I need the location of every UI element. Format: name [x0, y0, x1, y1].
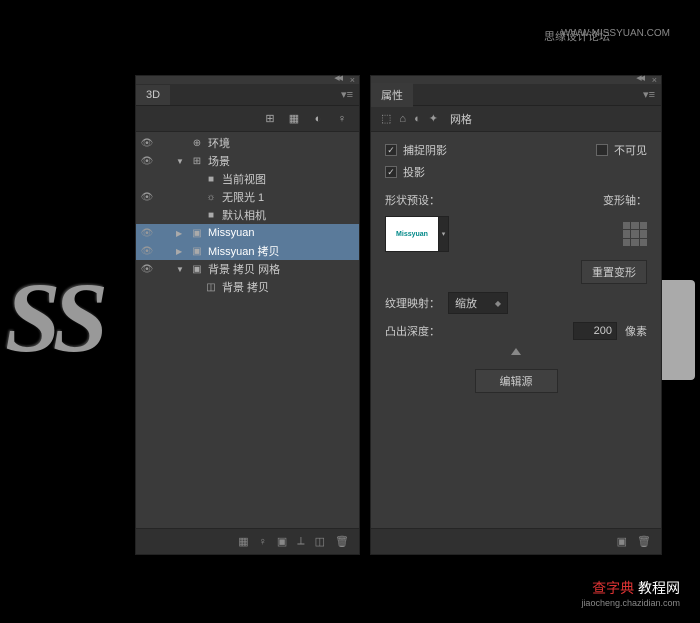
slider-thumb-icon[interactable]: [511, 348, 521, 355]
mesh-icon: ▣: [190, 246, 204, 257]
visibility-eye-icon[interactable]: 👁: [140, 264, 154, 275]
reset-deform-button[interactable]: 重置变形: [581, 260, 647, 284]
light-icon: ☼: [204, 192, 218, 203]
expand-arrow-icon[interactable]: ▶: [176, 229, 186, 238]
panel-3d: × 3D ▾≡ ⊞ ▦ ◐ ♀ 👁 ⊕ 环境 👁 ▼ ⊞ 场景 👁 ■ 当前视图 👁 ☼ 无限光 1 👁 ■…: [135, 75, 360, 555]
camera-icon: ■: [204, 174, 218, 185]
checkbox-cast-shadow[interactable]: ✓: [385, 166, 397, 178]
properties-mode-row: ⬚ ⌂ ◐ ✦ 网格: [371, 106, 661, 132]
material-icon: ◫: [204, 282, 218, 293]
shape-preset-thumbnail[interactable]: Missyuan: [385, 216, 439, 252]
tree-node-label: 无限光 1: [222, 189, 264, 205]
tab-3d[interactable]: 3D: [136, 85, 170, 105]
label-texture-map: 纹理映射：: [385, 295, 440, 311]
globe-icon: ⊕: [190, 138, 204, 149]
panel-menu-icon[interactable]: ▾≡: [643, 88, 655, 101]
mesh-icon: ▣: [190, 264, 204, 275]
texture-map-select[interactable]: 缩放◆: [448, 292, 508, 314]
checkbox-catch-shadow[interactable]: ✓: [385, 144, 397, 156]
label-deform-axis: 变形轴：: [603, 192, 647, 208]
expand-arrow-icon[interactable]: ▶: [176, 247, 186, 256]
filter-mesh-icon[interactable]: ▦: [287, 112, 301, 126]
checkbox-invisible[interactable]: [596, 144, 608, 156]
edit-source-button[interactable]: 编辑源: [475, 369, 558, 393]
label-cast-shadow: 投影: [403, 164, 425, 180]
mode-mesh-icon[interactable]: ⬚: [381, 112, 391, 125]
properties-body: ✓ 捕捉阴影 不可见 ✓ 投影 形状预设： 变形轴： Missyuan ▾: [371, 132, 661, 411]
panel-tabs: 属性 ▾≡: [371, 84, 661, 106]
footer-render-icon[interactable]: ▣: [277, 535, 287, 548]
extrude-unit: 像素: [625, 323, 647, 339]
tree-node-label: Missyuan 拷贝: [208, 243, 280, 259]
scene-tree: 👁⊕环境👁▼⊞场景👁■当前视图👁☼无限光 1👁■默认相机👁▶▣Missyuan👁…: [136, 132, 359, 298]
tree-row[interactable]: 👁■当前视图: [136, 170, 359, 188]
visibility-eye-icon[interactable]: 👁: [140, 228, 154, 239]
expand-arrow-icon[interactable]: ▼: [176, 157, 186, 166]
visibility-eye-icon[interactable]: 👁: [140, 156, 154, 167]
label-shape-preset: 形状预设：: [385, 192, 440, 208]
panel-3d-footer: ▦ ♀ ▣ ⟂ ◫ 🗑: [136, 528, 359, 554]
tree-node-label: 当前视图: [222, 171, 266, 187]
tree-node-label: 默认相机: [222, 207, 266, 223]
visibility-eye-icon[interactable]: 👁: [140, 246, 154, 257]
panel-properties: × 属性 ▾≡ ⬚ ⌂ ◐ ✦ 网格 ✓ 捕捉阴影 不可见 ✓ 投影 形状预设：: [370, 75, 662, 555]
panel-props-footer: ▣ 🗑: [371, 528, 661, 554]
tree-row[interactable]: 👁◫背景 拷贝: [136, 278, 359, 296]
label-catch-shadow: 捕捉阴影: [403, 142, 447, 158]
extrude-slider[interactable]: [385, 348, 647, 355]
filter-row: ⊞ ▦ ◐ ♀: [136, 106, 359, 132]
tab-properties[interactable]: 属性: [371, 83, 413, 107]
filter-light-icon[interactable]: ♀: [335, 112, 349, 126]
tree-row[interactable]: 👁■默认相机: [136, 206, 359, 224]
mode-cap-icon[interactable]: ◐: [414, 113, 421, 125]
footer-trash-icon[interactable]: 🗑: [637, 535, 651, 548]
watermark-bottom: 查字典 教程网 jiaocheng.chazidian.com: [581, 578, 680, 608]
extrude-depth-input[interactable]: 200: [573, 322, 617, 340]
tree-node-label: 场景: [208, 153, 230, 169]
panel-drag-bar[interactable]: ×: [136, 76, 359, 84]
expand-arrow-icon[interactable]: ▼: [176, 265, 186, 274]
tree-row[interactable]: 👁 ▶ ▣ Missyuan: [136, 224, 359, 242]
tree-node-label: 背景 拷贝 网格: [208, 261, 280, 277]
footer-render-icon[interactable]: ▣: [617, 535, 627, 548]
shape-preset-dropdown-icon[interactable]: ▾: [439, 216, 449, 252]
filter-material-icon[interactable]: ◐: [311, 112, 325, 126]
panel-tabs: 3D ▾≡: [136, 84, 359, 106]
mode-label: 网格: [450, 111, 472, 127]
mode-coord-icon[interactable]: ✦: [429, 112, 438, 125]
footer-light-icon[interactable]: ♀: [259, 536, 267, 548]
visibility-eye-icon[interactable]: 👁: [140, 138, 154, 149]
tree-row[interactable]: 👁 ☼ 无限光 1: [136, 188, 359, 206]
background-3d-text: SS: [5, 260, 100, 375]
scene-icon: ⊞: [190, 156, 204, 167]
filter-scene-icon[interactable]: ⊞: [263, 112, 277, 126]
tree-row[interactable]: 👁 ⊕ 环境: [136, 134, 359, 152]
footer-trash-icon[interactable]: 🗑: [335, 535, 349, 548]
footer-mesh-icon[interactable]: ▦: [238, 535, 248, 548]
mesh-icon: ▣: [190, 228, 204, 239]
visibility-eye-icon[interactable]: 👁: [140, 192, 154, 203]
mode-deform-icon[interactable]: ⌂: [399, 113, 406, 125]
footer-new-icon[interactable]: ◫: [315, 535, 325, 548]
tree-node-label: 背景 拷贝: [222, 279, 269, 295]
tree-row[interactable]: 👁 ▼ ▣ 背景 拷贝 网格: [136, 260, 359, 278]
footer-ground-icon[interactable]: ⟂: [297, 535, 304, 548]
label-invisible: 不可见: [614, 142, 647, 158]
panel-drag-bar[interactable]: ×: [371, 76, 661, 84]
tree-row[interactable]: 👁 ▼ ⊞ 场景: [136, 152, 359, 170]
tree-row[interactable]: 👁 ▶ ▣ Missyuan 拷贝: [136, 242, 359, 260]
deform-axis-grid[interactable]: [623, 222, 647, 246]
label-extrude-depth: 凸出深度：: [385, 323, 440, 339]
watermark-forum: 思缘设计论坛: [544, 28, 610, 44]
panel-menu-icon[interactable]: ▾≡: [341, 88, 353, 101]
camera-icon: ■: [204, 210, 218, 221]
tree-node-label: 环境: [208, 135, 230, 151]
tree-node-label: Missyuan: [208, 227, 254, 239]
